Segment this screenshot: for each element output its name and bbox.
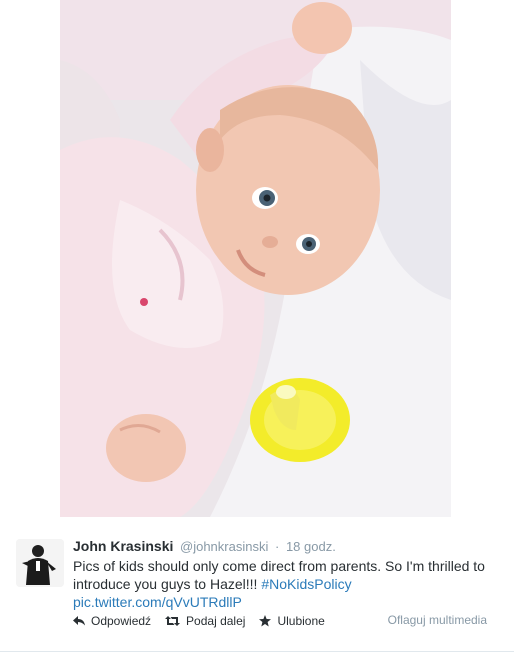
tweet-card: John Krasinski @johnkrasinski · 18 godz.… [0,517,514,652]
tweet-header: John Krasinski @johnkrasinski · 18 godz. [73,538,503,555]
reply-label: Odpowiedź [91,614,152,628]
retweet-label: Podaj dalej [186,614,246,628]
tweet-content: John Krasinski @johnkrasinski · 18 godz.… [73,538,503,611]
tweet-text: Pics of kids should only come direct fro… [73,557,498,593]
time-separator: · [274,539,280,554]
avatar-image [16,539,64,587]
author-username[interactable]: @johnkrasinski [180,539,268,554]
tweet-photo[interactable] [60,0,451,517]
retweet-icon [165,616,181,626]
media-link[interactable]: pic.twitter.com/qVvUTRdllP [73,593,503,611]
star-icon [259,615,272,627]
favorite-button[interactable]: Ulubione [259,614,325,628]
author-name[interactable]: John Krasinski [73,538,173,554]
tweet-timestamp[interactable]: 18 godz. [286,539,336,554]
hashtag-link[interactable]: #NoKidsPolicy [261,576,351,592]
baby-photo-illustration [60,0,451,517]
flag-media-link[interactable]: Oflaguj multimedia [388,613,487,627]
media-viewer [0,0,514,517]
favorite-label: Ulubione [277,614,325,628]
avatar[interactable] [16,539,64,587]
reply-button[interactable]: Odpowiedź [73,614,151,628]
retweet-button[interactable]: Podaj dalej [165,614,245,628]
reply-icon [73,616,85,626]
tweet-actions: Odpowiedź Podaj dalej Ulubione [73,614,339,628]
